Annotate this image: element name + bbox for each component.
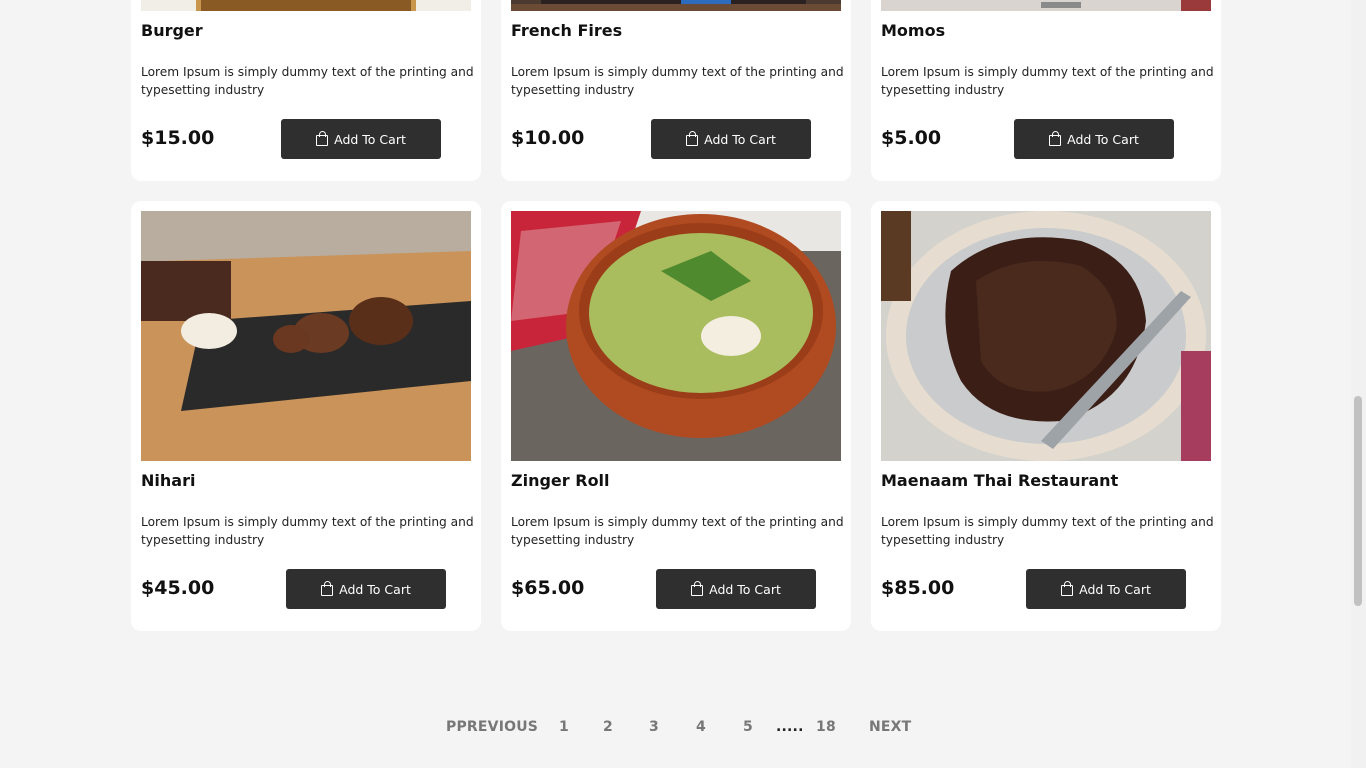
product-card-nihari: Nihari Lorem Ipsum is simply dummy text …: [131, 201, 481, 631]
shopping-bag-icon: [1049, 131, 1062, 146]
add-to-cart-button[interactable]: Add To Cart: [1026, 569, 1186, 609]
product-card-french-fires: French Fires Lorem Ipsum is simply dummy…: [501, 0, 851, 181]
pagination-page-5[interactable]: 5: [743, 719, 753, 735]
product-card-momos: Momos Lorem Ipsum is simply dummy text o…: [871, 0, 1221, 181]
shopping-bag-icon: [316, 131, 329, 146]
pagination-page-4[interactable]: 4: [696, 719, 706, 735]
shopping-bag-icon: [686, 131, 699, 146]
page-scrollbar[interactable]: [1351, 0, 1366, 768]
add-to-cart-button[interactable]: Add To Cart: [286, 569, 446, 609]
add-to-cart-label: Add To Cart: [1079, 581, 1151, 597]
pagination-next[interactable]: NEXT: [869, 719, 911, 735]
product-image-burger[interactable]: [141, 0, 471, 11]
add-to-cart-button[interactable]: Add To Cart: [281, 119, 441, 159]
add-to-cart-button[interactable]: Add To Cart: [651, 119, 811, 159]
product-price: $85.00: [881, 577, 955, 599]
product-description: Lorem Ipsum is simply dummy text of the …: [141, 65, 474, 97]
product-image-nihari[interactable]: [141, 211, 471, 461]
add-to-cart-label: Add To Cart: [1067, 131, 1139, 147]
pagination-page-3[interactable]: 3: [649, 719, 659, 735]
add-to-cart-button[interactable]: Add To Cart: [656, 569, 816, 609]
product-description: Lorem Ipsum is simply dummy text of the …: [141, 515, 474, 547]
product-title: Zinger Roll: [511, 471, 610, 490]
product-title: Maenaam Thai Restaurant: [881, 471, 1119, 490]
product-card-maenaam-thai: Maenaam Thai Restaurant Lorem Ipsum is s…: [871, 201, 1221, 631]
product-description: Lorem Ipsum is simply dummy text of the …: [881, 515, 1214, 547]
pagination-page-last[interactable]: 18: [816, 719, 836, 735]
product-card-burger: Burger Lorem Ipsum is simply dummy text …: [131, 0, 481, 181]
product-description: Lorem Ipsum is simply dummy text of the …: [511, 515, 844, 547]
pagination-page-1[interactable]: 1: [559, 719, 569, 735]
product-description: Lorem Ipsum is simply dummy text of the …: [511, 65, 844, 97]
pagination-previous[interactable]: PPREVIOUS: [446, 719, 538, 735]
product-price: $15.00: [141, 127, 215, 149]
add-to-cart-label: Add To Cart: [334, 131, 406, 147]
product-image-momos[interactable]: [881, 0, 1211, 11]
product-price: $10.00: [511, 127, 585, 149]
pagination-ellipsis: .....: [776, 719, 804, 735]
shopping-bag-icon: [691, 581, 704, 596]
product-image-maenaam-thai[interactable]: [881, 211, 1211, 461]
shopping-bag-icon: [1061, 581, 1074, 596]
product-price: $65.00: [511, 577, 585, 599]
product-price: $5.00: [881, 127, 942, 149]
pagination-page-2[interactable]: 2: [603, 719, 613, 735]
add-to-cart-label: Add To Cart: [709, 581, 781, 597]
product-card-zinger-roll: Zinger Roll Lorem Ipsum is simply dummy …: [501, 201, 851, 631]
product-title: French Fires: [511, 21, 623, 40]
product-description: Lorem Ipsum is simply dummy text of the …: [881, 65, 1214, 97]
product-image-french-fires[interactable]: [511, 0, 841, 11]
scrollbar-thumb[interactable]: [1354, 396, 1362, 606]
product-image-zinger-roll[interactable]: [511, 211, 841, 461]
shopping-bag-icon: [321, 581, 334, 596]
add-to-cart-label: Add To Cart: [339, 581, 411, 597]
product-title: Nihari: [141, 471, 196, 490]
add-to-cart-label: Add To Cart: [704, 131, 776, 147]
product-price: $45.00: [141, 577, 215, 599]
product-title: Burger: [141, 21, 203, 40]
product-title: Momos: [881, 21, 946, 40]
add-to-cart-button[interactable]: Add To Cart: [1014, 119, 1174, 159]
